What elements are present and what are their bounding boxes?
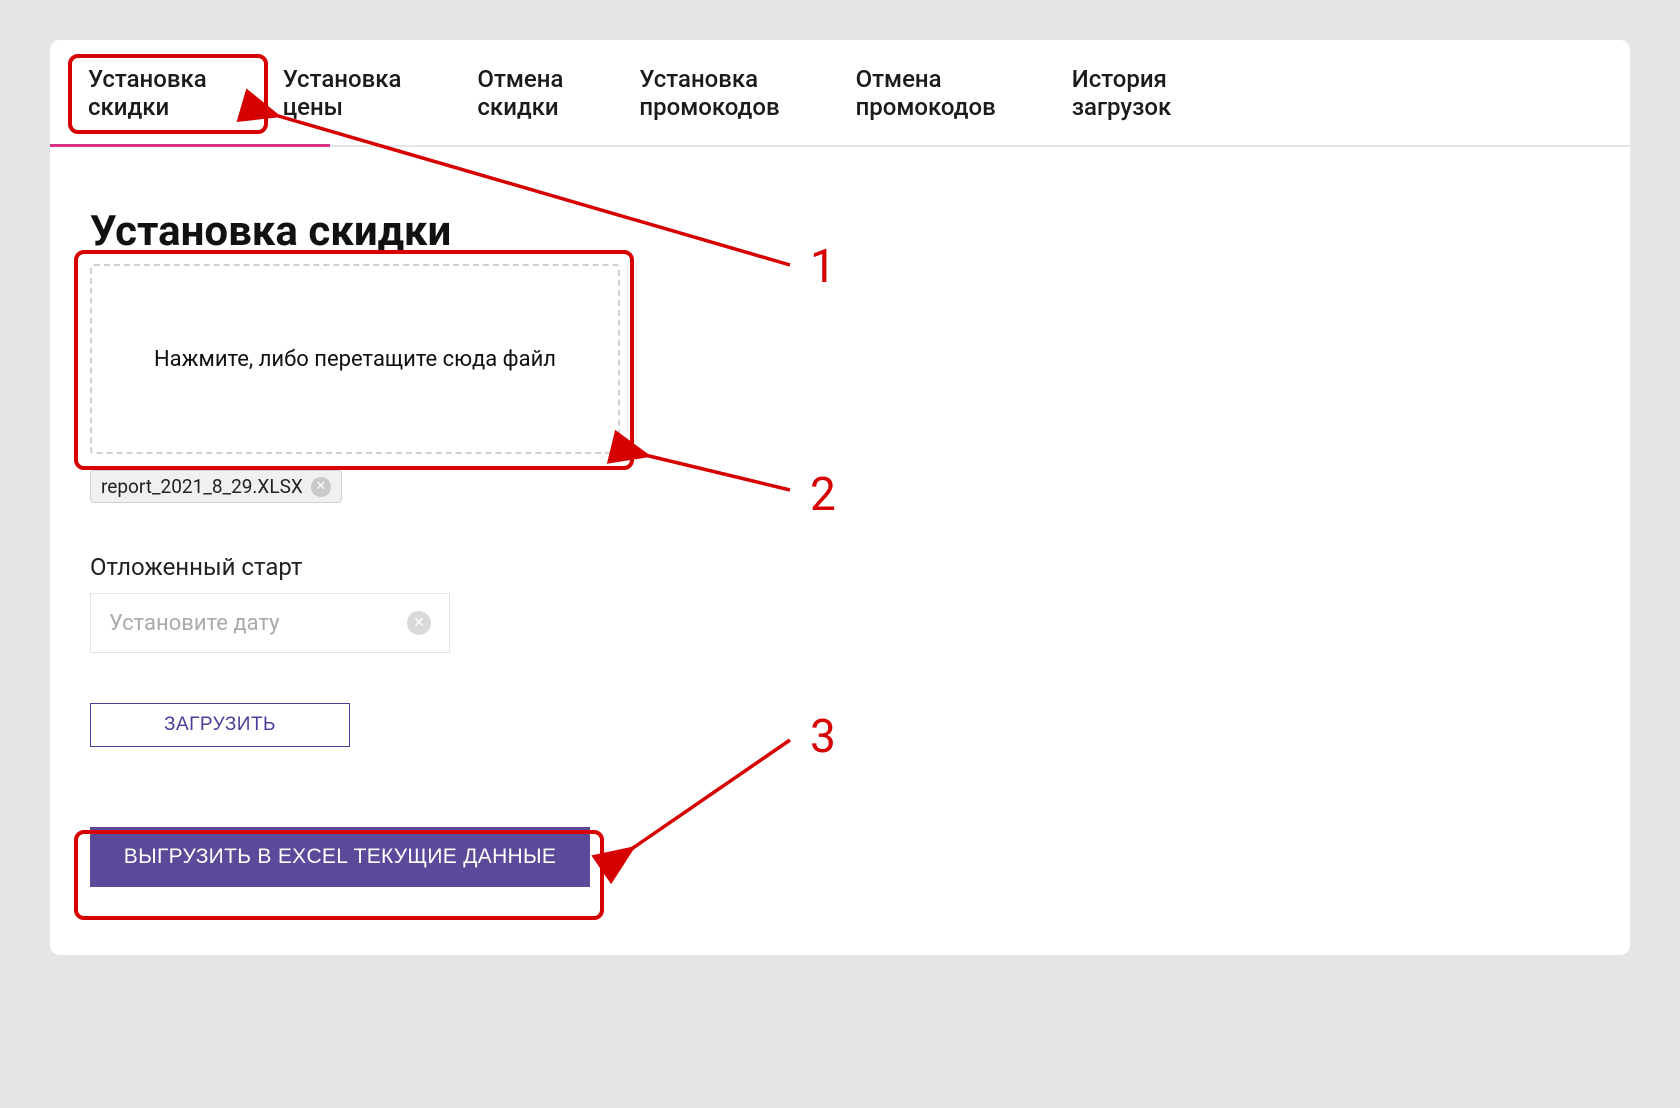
- export-excel-button[interactable]: ВЫГРУЗИТЬ В EXCEL ТЕКУЩИЕ ДАННЫЕ: [90, 827, 590, 887]
- tab-upload-history[interactable]: История загрузок: [1034, 40, 1210, 145]
- export-excel-button-label: ВЫГРУЗИТЬ В EXCEL ТЕКУЩИЕ ДАННЫЕ: [124, 845, 556, 869]
- upload-button-label: ЗАГРУЗИТЬ: [164, 714, 276, 736]
- tab-set-discount[interactable]: Установка скидки: [50, 40, 245, 145]
- file-dropzone[interactable]: Нажмите, либо перетащите сюда файл: [90, 264, 620, 454]
- date-placeholder: Установите дату: [109, 611, 280, 636]
- file-chip-name: report_2021_8_29.XLSX: [101, 475, 303, 498]
- main-panel: Установка скидки Установка цены Отмена с…: [50, 40, 1630, 955]
- content-area: Установка скидки Нажмите, либо перетащит…: [50, 147, 1630, 927]
- upload-button[interactable]: ЗАГРУЗИТЬ: [90, 703, 350, 747]
- tab-cancel-promocodes[interactable]: Отмена промокодов: [818, 40, 1034, 145]
- delayed-start-input[interactable]: Установите дату ✕: [90, 593, 450, 653]
- active-tab-underline: [50, 144, 330, 147]
- page-title: Установка скидки: [90, 207, 1590, 256]
- delayed-start-label: Отложенный старт: [90, 553, 1590, 581]
- remove-file-icon[interactable]: ✕: [311, 477, 331, 497]
- clear-date-icon[interactable]: ✕: [407, 611, 431, 635]
- tab-set-price[interactable]: Установка цены: [245, 40, 440, 145]
- uploaded-file-chip: report_2021_8_29.XLSX ✕: [90, 470, 342, 503]
- tab-cancel-discount[interactable]: Отмена скидки: [439, 40, 601, 145]
- tab-set-promocodes[interactable]: Установка промокодов: [601, 40, 817, 145]
- tab-bar: Установка скидки Установка цены Отмена с…: [50, 40, 1630, 147]
- dropzone-text: Нажмите, либо перетащите сюда файл: [154, 347, 556, 372]
